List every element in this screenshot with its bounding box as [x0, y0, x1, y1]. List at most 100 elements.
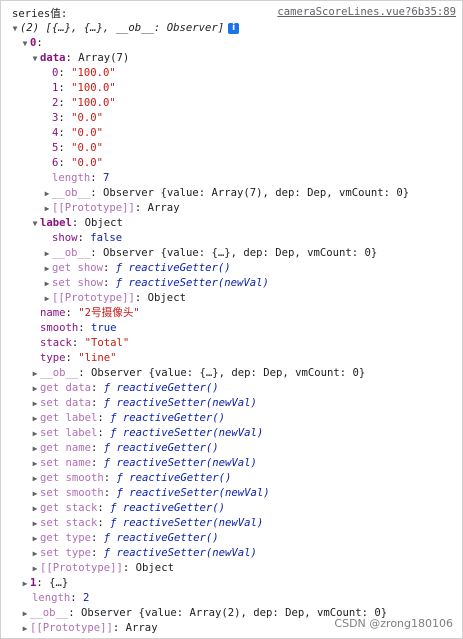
property-key: __ob__: [52, 247, 91, 259]
tree-row: name: "2号摄像头": [0, 306, 463, 321]
collapse-triangle-icon[interactable]: ▶: [20, 621, 30, 636]
expand-triangle-icon[interactable]: ▼: [10, 21, 20, 36]
property-value: ƒ reactiveGetter(): [103, 442, 219, 454]
property-value: :: [65, 307, 79, 319]
tree-row[interactable]: ▶ set label: ƒ reactiveSetter(newVal): [0, 426, 463, 441]
tree-row[interactable]: ▶ get stack: ƒ reactiveGetter(): [0, 501, 463, 516]
property-value: "100.0": [71, 97, 116, 109]
property-value: "100.0": [71, 67, 116, 79]
tree-row: 4: "0.0": [0, 126, 463, 141]
property-value: "100.0": [71, 82, 116, 94]
property-key: [[Prototype]]: [30, 622, 113, 634]
collapse-triangle-icon[interactable]: ▶: [30, 396, 40, 411]
tree-row[interactable]: ▶ set stack: ƒ reactiveSetter(newVal): [0, 516, 463, 531]
tree-row: 1: "100.0": [0, 81, 463, 96]
property-key: type: [40, 352, 66, 364]
property-key: set label: [40, 427, 98, 439]
property-key: length: [32, 592, 71, 604]
property-value: ƒ reactiveSetter(newVal): [103, 457, 257, 469]
property-value: ƒ reactiveGetter(): [103, 382, 219, 394]
collapse-triangle-icon[interactable]: ▶: [20, 606, 30, 621]
tree-row[interactable]: ▶ __ob__: Observer {value: {…}, dep: Dep,…: [0, 366, 463, 381]
collapse-triangle-icon[interactable]: ▶: [30, 501, 40, 516]
tree-row[interactable]: ▶ set name: ƒ reactiveSetter(newVal): [0, 456, 463, 471]
tree-row[interactable]: ▶ get label: ƒ reactiveGetter(): [0, 411, 463, 426]
collapse-triangle-icon[interactable]: ▶: [30, 381, 40, 396]
info-icon[interactable]: i: [228, 23, 240, 34]
property-value: :: [91, 442, 104, 454]
tree-row[interactable]: ▼ label: Object: [0, 216, 463, 231]
tree-row[interactable]: ▶ [[Prototype]]: Array: [0, 201, 463, 216]
expand-triangle-icon[interactable]: ▼: [30, 216, 40, 231]
collapse-triangle-icon[interactable]: ▶: [30, 441, 40, 456]
property-value: :: [58, 127, 72, 139]
property-value: : Array: [134, 202, 180, 214]
collapse-triangle-icon[interactable]: ▶: [30, 546, 40, 561]
property-value: : Array(7): [65, 52, 130, 64]
property-key: get data: [40, 382, 92, 394]
tree-row[interactable]: ▶ [[Prototype]]: Object: [0, 561, 463, 576]
tree-row: show: false: [0, 231, 463, 246]
property-key: [[Prototype]]: [40, 562, 123, 574]
property-value: :: [97, 517, 111, 529]
collapse-triangle-icon[interactable]: ▶: [42, 186, 52, 201]
collapse-triangle-icon[interactable]: ▶: [42, 291, 52, 306]
collapse-triangle-icon[interactable]: ▶: [42, 261, 52, 276]
property-key: get smooth: [40, 472, 104, 484]
tree-row[interactable]: ▶ set smooth: ƒ reactiveSetter(newVal): [0, 486, 463, 501]
tree-row: type: "line": [0, 351, 463, 366]
collapse-triangle-icon[interactable]: ▶: [30, 486, 40, 501]
tree-row[interactable]: ▼ 0:: [0, 36, 463, 51]
tree-row[interactable]: ▶ 1: {…}: [0, 576, 463, 591]
collapse-triangle-icon[interactable]: ▶: [30, 516, 40, 531]
property-value: :: [91, 532, 104, 544]
tree-row[interactable]: ▶ set show: ƒ reactiveSetter(newVal): [0, 276, 463, 291]
collapse-triangle-icon[interactable]: ▶: [30, 366, 40, 381]
tree-row[interactable]: ▶ __ob__: Observer {value: Array(7), dep:…: [0, 186, 463, 201]
property-value: ƒ reactiveSetter(newVal): [103, 397, 257, 409]
property-value: :: [97, 427, 111, 439]
collapse-triangle-icon[interactable]: ▶: [20, 576, 30, 591]
tree-row[interactable]: ▶ [[Prototype]]: Object: [0, 291, 463, 306]
collapse-triangle-icon[interactable]: ▶: [30, 411, 40, 426]
tree-row[interactable]: ▼ (2) [{…}, {…}, __ob__: Observer] i: [0, 21, 463, 36]
tree-row[interactable]: ▶ get type: ƒ reactiveGetter(): [0, 531, 463, 546]
property-key: [[Prototype]]: [52, 292, 135, 304]
tree-row: length: 7: [0, 171, 463, 186]
collapse-triangle-icon[interactable]: ▶: [30, 456, 40, 471]
collapse-triangle-icon[interactable]: ▶: [42, 246, 52, 261]
tree-row[interactable]: ▼ data: Array(7): [0, 51, 463, 66]
tree-row: length: 2: [0, 591, 463, 606]
object-tree: ▼ (2) [{…}, {…}, __ob__: Observer] i ▼ 0: ▼ da…: [0, 21, 463, 636]
collapse-triangle-icon[interactable]: ▶: [30, 471, 40, 486]
tree-row[interactable]: ▶ __ob__: Observer {value: {…}, dep: Dep,…: [0, 246, 463, 261]
tree-row: 6: "0.0": [0, 156, 463, 171]
tree-row[interactable]: ▶ get name: ƒ reactiveGetter(): [0, 441, 463, 456]
property-value: :: [91, 457, 104, 469]
collapse-triangle-icon[interactable]: ▶: [30, 531, 40, 546]
property-value: 7: [103, 172, 110, 184]
collapse-triangle-icon[interactable]: ▶: [42, 201, 52, 216]
tree-row[interactable]: ▶ get show: ƒ reactiveGetter(): [0, 261, 463, 276]
tree-row[interactable]: ▶ set data: ƒ reactiveSetter(newVal): [0, 396, 463, 411]
property-value: : Observer {value: {…}, dep: Dep, vmCoun…: [78, 367, 366, 379]
source-link[interactable]: cameraScoreLines.vue?6b35:89: [277, 6, 456, 18]
property-value: ƒ reactiveSetter(newVal): [103, 547, 257, 559]
tree-row[interactable]: ▶ set type: ƒ reactiveSetter(newVal): [0, 546, 463, 561]
property-key: set type: [40, 547, 92, 559]
property-value: ƒ reactiveGetter(): [110, 502, 225, 514]
property-value: ƒ reactiveGetter(): [110, 412, 225, 424]
expand-triangle-icon[interactable]: ▼: [20, 36, 30, 51]
property-key: get label: [40, 412, 98, 424]
collapse-triangle-icon[interactable]: ▶: [30, 561, 40, 576]
property-value: ƒ reactiveGetter(): [103, 532, 219, 544]
property-value: :: [103, 487, 117, 499]
collapse-triangle-icon[interactable]: ▶: [42, 276, 52, 291]
property-key: __ob__: [30, 607, 69, 619]
tree-row[interactable]: ▶ get smooth: ƒ reactiveGetter(): [0, 471, 463, 486]
tree-row[interactable]: ▶ get data: ƒ reactiveGetter(): [0, 381, 463, 396]
property-key: get show: [52, 262, 104, 274]
collapse-triangle-icon[interactable]: ▶: [30, 426, 40, 441]
expand-triangle-icon[interactable]: ▼: [30, 51, 40, 66]
property-value: :: [91, 382, 104, 394]
